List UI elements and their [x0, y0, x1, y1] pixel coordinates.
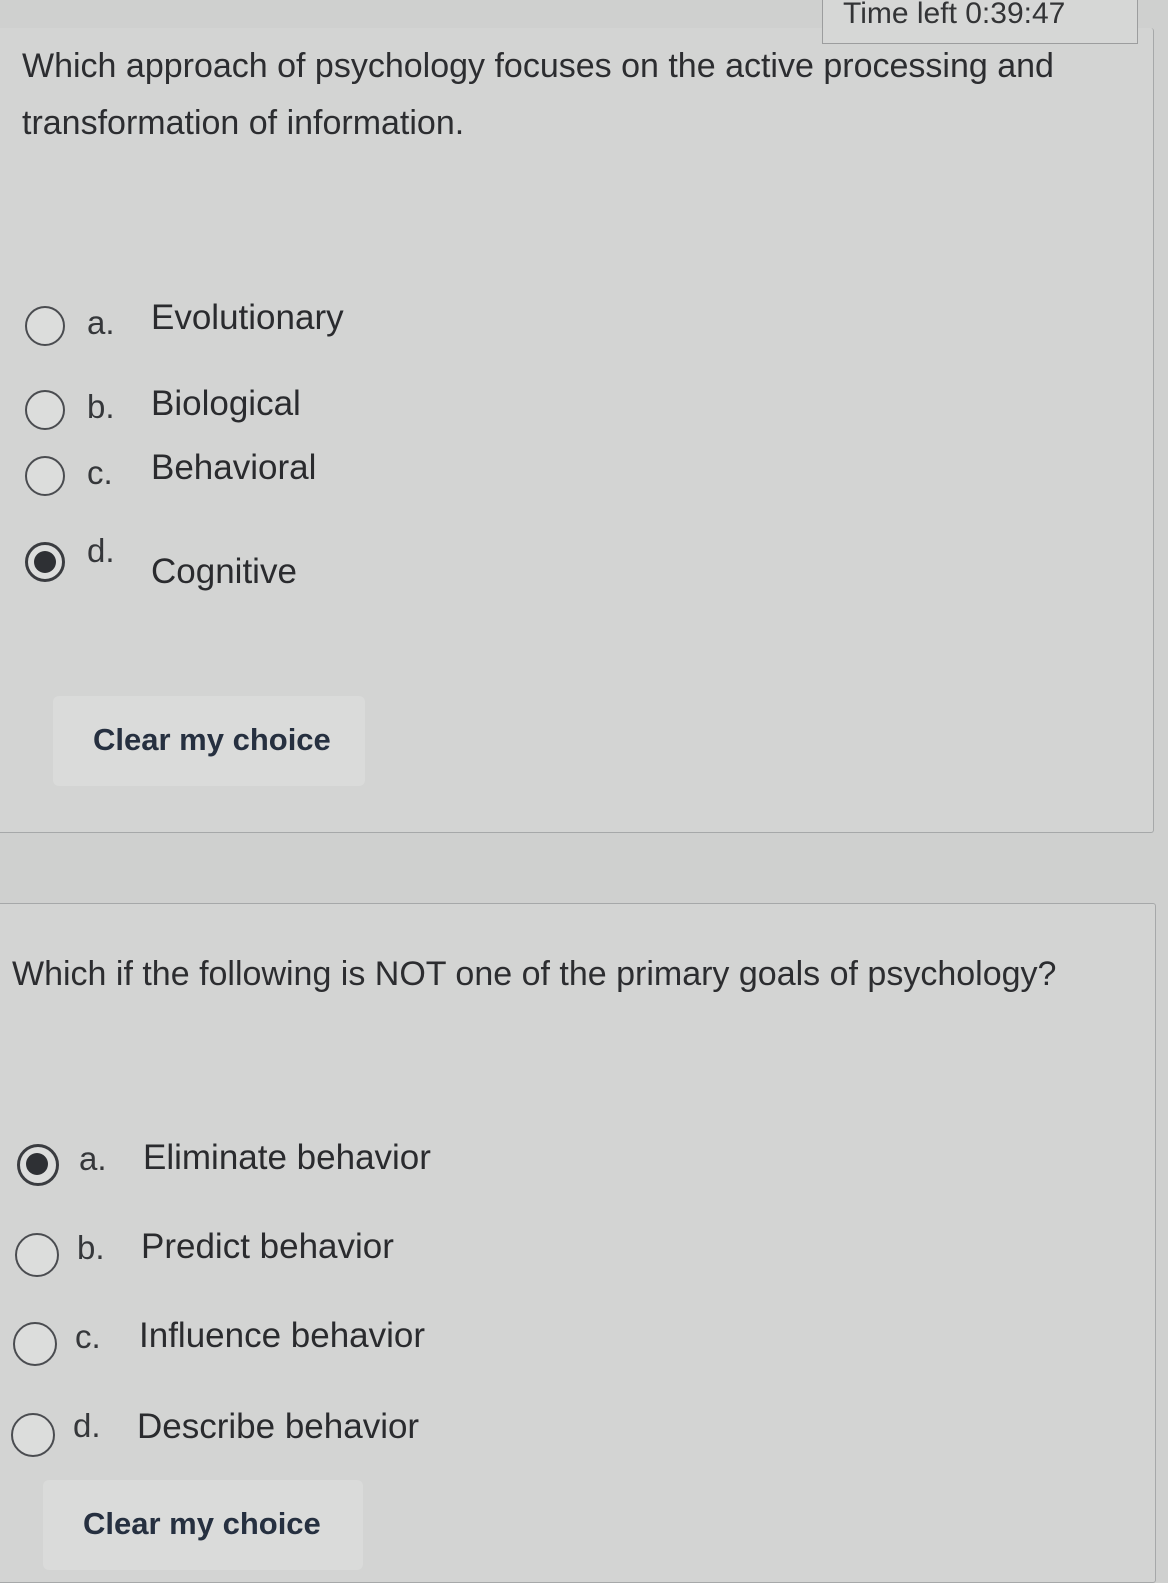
option-letter: d. — [87, 532, 115, 569]
question-card-1: Which approach of psychology focuses on … — [0, 28, 1154, 833]
radio-button[interactable] — [11, 1413, 55, 1457]
option-letter: b. — [87, 388, 115, 425]
option-letter: a. — [79, 1140, 107, 1177]
radio-button[interactable] — [25, 390, 65, 430]
option-label: Influence behavior — [139, 1316, 426, 1355]
time-left-label: Time left — [843, 0, 957, 30]
time-left-indicator: Time left 0:39:47 — [822, 0, 1138, 44]
question-card-2: Which if the following is NOT one of the… — [0, 903, 1156, 1583]
radio-button-selected[interactable] — [25, 542, 65, 582]
option-letter: c. — [87, 454, 113, 491]
option-letter: a. — [87, 304, 115, 341]
option-label: Behavioral — [151, 448, 317, 487]
option-letter: d. — [73, 1407, 101, 1444]
radio-button[interactable] — [15, 1233, 59, 1277]
option-label: Eliminate behavior — [143, 1138, 431, 1177]
option-label: Biological — [151, 384, 301, 423]
radio-button[interactable] — [25, 456, 65, 496]
option-label: Evolutionary — [151, 298, 344, 337]
question-text: Which approach of psychology focuses on … — [22, 47, 1054, 142]
option-label: Cognitive — [151, 552, 297, 591]
option-label: Describe behavior — [137, 1407, 420, 1446]
time-left-value: 0:39:47 — [965, 0, 1066, 30]
clear-choice-button[interactable]: Clear my choice — [53, 696, 365, 786]
option-letter: b. — [77, 1229, 105, 1266]
option-letter: c. — [75, 1318, 101, 1355]
radio-button[interactable] — [13, 1322, 57, 1366]
option-label: Predict behavior — [141, 1227, 394, 1266]
question-text: Which if the following is NOT one of the… — [12, 955, 1057, 993]
radio-button[interactable] — [25, 306, 65, 346]
radio-button-selected[interactable] — [17, 1144, 59, 1186]
